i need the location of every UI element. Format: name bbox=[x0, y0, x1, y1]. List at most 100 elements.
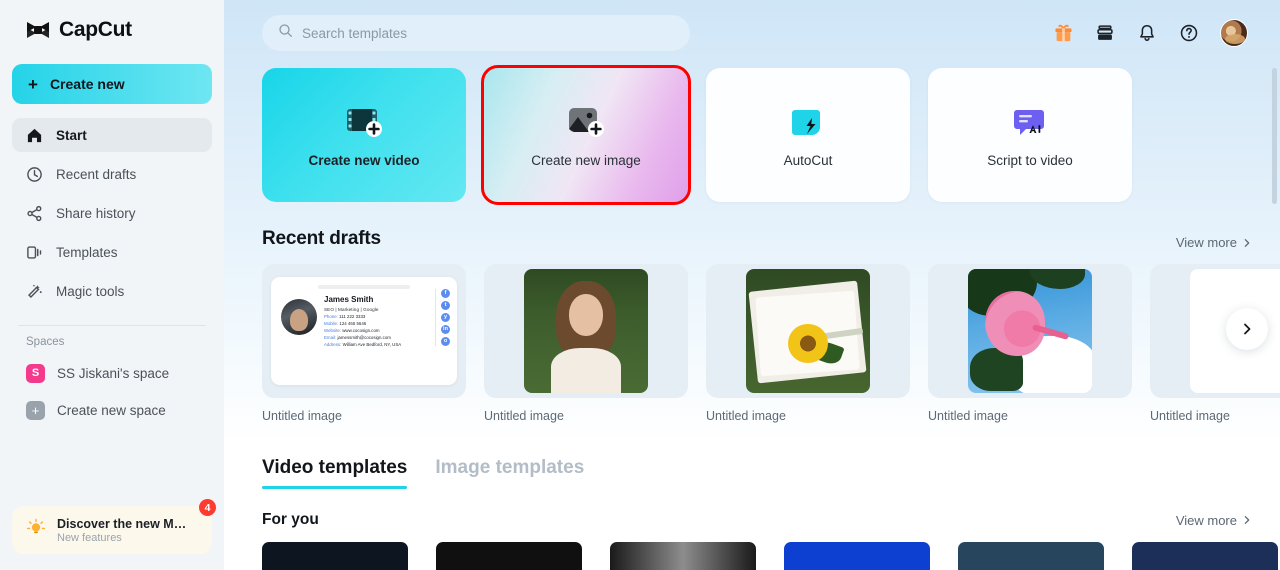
topbar: Search templates bbox=[224, 0, 1280, 66]
inbox-icon[interactable] bbox=[1094, 22, 1116, 44]
draft-name: Untitled image bbox=[262, 409, 342, 423]
card-field: Phone: 111 222 3333 bbox=[324, 313, 366, 319]
avatar[interactable] bbox=[1220, 19, 1248, 47]
draft-thumbnail bbox=[928, 264, 1132, 398]
draft-item[interactable]: Untitled image bbox=[928, 264, 1132, 423]
view-more-label: View more bbox=[1175, 235, 1237, 250]
share-icon bbox=[26, 205, 43, 222]
draft-item[interactable]: James Smith SEO | Marketing | Google Pho… bbox=[262, 264, 466, 423]
action-cards: Create new video Create new image AutoCu… bbox=[262, 65, 1252, 205]
tab-label: Image templates bbox=[435, 457, 585, 478]
lightbulb-icon bbox=[26, 518, 46, 543]
draft-item[interactable]: Untitled image bbox=[706, 264, 910, 423]
card-label: Create new image bbox=[531, 152, 641, 168]
plus-square-icon: + bbox=[26, 400, 45, 420]
space-label: SS Jiskani's space bbox=[57, 365, 170, 381]
draft-thumbnail bbox=[484, 264, 688, 398]
twitter-icon: t bbox=[441, 301, 450, 310]
sidebar: CapCut + Create new Start Recent drafts bbox=[0, 0, 224, 570]
for-you-view-more[interactable]: View more bbox=[1176, 513, 1252, 528]
linkedin-icon: in bbox=[441, 325, 450, 334]
draft-item[interactable]: Untitled image bbox=[484, 264, 688, 423]
spaces-label: Spaces bbox=[26, 336, 65, 348]
space-label: Create new space bbox=[57, 402, 166, 418]
autocut-card[interactable]: AutoCut bbox=[706, 68, 910, 202]
sidebar-item-start[interactable]: Start bbox=[12, 118, 212, 152]
sidebar-item-share-history[interactable]: Share history bbox=[12, 196, 212, 230]
draft-name: Untitled image bbox=[706, 409, 786, 423]
sidebar-item-templates[interactable]: Templates bbox=[12, 235, 212, 269]
promo-title: Discover the new M… bbox=[57, 516, 187, 531]
template-thumbnail[interactable] bbox=[262, 542, 408, 570]
page-title: Recent drafts bbox=[262, 228, 381, 249]
recent-drafts-list: James Smith SEO | Marketing | Google Pho… bbox=[262, 264, 1280, 423]
create-new-video-card[interactable]: Create new video bbox=[262, 68, 466, 202]
create-new-button[interactable]: + Create new bbox=[12, 64, 212, 104]
sidebar-item-magic-tools[interactable]: Magic tools bbox=[12, 274, 212, 308]
sidebar-item-recent-drafts[interactable]: Recent drafts bbox=[12, 157, 212, 191]
plus-icon: + bbox=[28, 74, 38, 94]
facebook-icon: f bbox=[441, 289, 450, 298]
draft-name: Untitled image bbox=[1150, 409, 1230, 423]
card-label: Script to video bbox=[987, 152, 1073, 168]
main-content: Search templates Create new video Create… bbox=[224, 0, 1280, 570]
recent-drafts-view-more[interactable]: View more bbox=[1176, 235, 1252, 250]
chevron-right-icon bbox=[1244, 516, 1250, 524]
template-thumbnail[interactable] bbox=[610, 542, 756, 570]
topbar-icons bbox=[1052, 19, 1260, 47]
template-thumbnail[interactable] bbox=[1132, 542, 1278, 570]
card-social-icons: f t y in o bbox=[435, 289, 450, 346]
chevron-right-icon bbox=[1244, 238, 1250, 247]
for-you-header: For you View more bbox=[262, 511, 1252, 529]
template-thumbnail[interactable] bbox=[958, 542, 1104, 570]
sidebar-item-personal-space[interactable]: S SS Jiskani's space bbox=[12, 356, 212, 390]
card-person-name: James Smith bbox=[324, 295, 374, 304]
carousel-next-button[interactable] bbox=[1226, 308, 1268, 350]
brand: CapCut bbox=[12, 0, 212, 56]
promo-subtitle: New features bbox=[57, 531, 122, 544]
business-card-art: James Smith SEO | Marketing | Google Pho… bbox=[271, 277, 457, 385]
image-plus-icon bbox=[565, 103, 607, 143]
search-placeholder: Search templates bbox=[302, 25, 408, 41]
card-field: Website: www.cocosign.com bbox=[324, 328, 380, 334]
create-new-image-card[interactable]: Create new image bbox=[481, 65, 691, 205]
card-top-bar bbox=[318, 285, 410, 289]
tab-image-templates[interactable]: Image templates bbox=[435, 457, 584, 489]
capcut-app: CapCut + Create new Start Recent drafts bbox=[0, 0, 1280, 570]
scrollbar[interactable] bbox=[1272, 68, 1277, 204]
sidebar-item-create-new-space[interactable]: + Create new space bbox=[12, 393, 212, 427]
draft-name: Untitled image bbox=[928, 409, 1008, 423]
card-field: Address: William Ave Bedford, NY, USA bbox=[324, 342, 402, 348]
bell-icon[interactable] bbox=[1136, 22, 1158, 44]
sidebar-item-label: Recent drafts bbox=[56, 166, 137, 182]
card-field: Email: jamessmith@cocosign.com bbox=[324, 335, 391, 341]
promo-text: Discover the new M… New features bbox=[57, 517, 186, 544]
card-body: James Smith SEO | Marketing | Google Pho… bbox=[279, 295, 449, 347]
template-thumbnail[interactable] bbox=[784, 542, 930, 570]
tab-video-templates[interactable]: Video templates bbox=[262, 457, 408, 489]
draft-thumbnail bbox=[706, 264, 910, 398]
sidebar-item-label: Magic tools bbox=[56, 283, 125, 299]
script-ai-icon bbox=[1009, 103, 1051, 143]
hibiscus-art bbox=[968, 269, 1092, 393]
film-plus-icon bbox=[343, 103, 385, 143]
sidebar-divider bbox=[18, 325, 206, 326]
card-label: AutoCut bbox=[783, 152, 833, 168]
card-label: Create new video bbox=[308, 152, 420, 168]
thumbnail-image bbox=[968, 269, 1092, 393]
space-avatar-badge: S bbox=[26, 363, 45, 383]
gift-icon[interactable] bbox=[1052, 22, 1074, 44]
for-you-title: For you bbox=[262, 511, 319, 528]
sidebar-item-label: Start bbox=[56, 127, 87, 143]
create-new-label: Create new bbox=[49, 76, 125, 92]
instagram-icon: o bbox=[441, 337, 450, 346]
template-thumbnail[interactable] bbox=[436, 542, 582, 570]
main-inner: Create new video Create new image AutoCu… bbox=[224, 65, 1280, 570]
script-to-video-card[interactable]: Script to video bbox=[928, 68, 1132, 202]
sidebar-item-label: Templates bbox=[56, 244, 118, 260]
search-icon bbox=[278, 23, 293, 43]
search-input[interactable]: Search templates bbox=[262, 15, 690, 51]
help-circle-icon[interactable] bbox=[1178, 22, 1200, 44]
promo-card[interactable]: Discover the new M… New features 4 bbox=[12, 499, 216, 554]
card-photo bbox=[281, 299, 317, 335]
